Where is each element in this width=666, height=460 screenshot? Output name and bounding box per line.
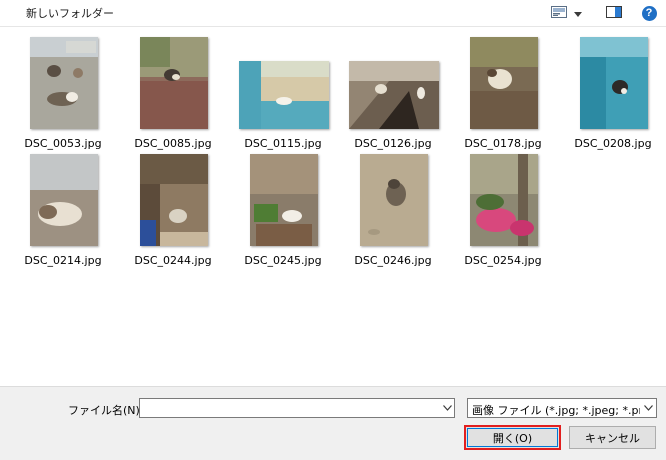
file-item[interactable]: DSC_0244.jpg (123, 150, 223, 268)
thumbnail-image (140, 154, 208, 246)
thumbnail-image (30, 37, 98, 129)
file-list: DSC_0053.jpg DSC_0085.jpg DSC_0115.jpg D… (0, 27, 666, 385)
footer-panel: ファイル名(N): 画像 ファイル (*.jpg; *.jpeg; *.png … (0, 386, 666, 460)
thumbnail-image (360, 154, 428, 246)
file-item[interactable]: DSC_0085.jpg (123, 33, 223, 151)
file-item[interactable]: DSC_0254.jpg (453, 150, 553, 268)
file-name: DSC_0246.jpg (354, 254, 432, 267)
file-name: DSC_0178.jpg (464, 137, 542, 150)
file-item[interactable]: DSC_0178.jpg (453, 33, 553, 151)
file-name: DSC_0085.jpg (134, 137, 212, 150)
cancel-button[interactable]: キャンセル (569, 426, 656, 449)
file-name: DSC_0126.jpg (354, 137, 432, 150)
thumbnail-image (470, 37, 538, 129)
chevron-down-icon (574, 7, 582, 20)
filename-label: ファイル名(N): (68, 404, 144, 417)
thumbnail-image (140, 37, 208, 129)
cancel-button-label: キャンセル (585, 431, 640, 445)
filename-input[interactable] (142, 400, 436, 418)
file-item[interactable]: DSC_0115.jpg (233, 33, 333, 151)
help-icon: ? (641, 5, 657, 21)
file-item[interactable]: DSC_0214.jpg (13, 150, 113, 268)
view-options-button[interactable] (549, 4, 569, 22)
file-name: DSC_0214.jpg (24, 254, 102, 267)
file-item[interactable]: DSC_0053.jpg (13, 33, 113, 151)
preview-pane-icon (606, 5, 622, 21)
file-item[interactable]: DSC_0208.jpg (563, 33, 663, 151)
file-name: DSC_0208.jpg (574, 137, 652, 150)
thumbnail-image (30, 154, 98, 246)
file-type-select[interactable]: 画像 ファイル (*.jpg; *.jpeg; *.png (467, 398, 657, 418)
file-item[interactable]: DSC_0126.jpg (343, 33, 443, 151)
preview-pane-button[interactable] (605, 4, 623, 22)
file-item[interactable]: DSC_0245.jpg (233, 150, 333, 268)
file-type-value: 画像 ファイル (*.jpg; *.jpeg; *.png (472, 404, 640, 417)
help-button[interactable]: ? (641, 4, 657, 22)
view-dropdown-button[interactable] (572, 4, 584, 22)
toolbar: 新しいフォルダー ? (0, 0, 666, 27)
file-name: DSC_0053.jpg (24, 137, 102, 150)
thumbnail-image (250, 154, 318, 246)
thumbnail-image (580, 37, 648, 129)
thumbnail-image (349, 61, 439, 129)
file-name: DSC_0115.jpg (244, 137, 322, 150)
thumbnail-image (470, 154, 538, 246)
open-button-label: 開く(O) (492, 431, 533, 445)
filename-field[interactable] (139, 398, 455, 418)
open-button[interactable]: 開く(O) (464, 425, 561, 450)
thumbnail-image (239, 61, 329, 129)
file-item[interactable]: DSC_0246.jpg (343, 150, 443, 268)
file-name: DSC_0244.jpg (134, 254, 212, 267)
folder-title: 新しいフォルダー (26, 7, 114, 20)
file-name: DSC_0245.jpg (244, 254, 322, 267)
chevron-down-icon[interactable] (442, 403, 452, 413)
view-options-icon (551, 5, 567, 21)
file-name: DSC_0254.jpg (464, 254, 542, 267)
chevron-down-icon (642, 403, 654, 413)
